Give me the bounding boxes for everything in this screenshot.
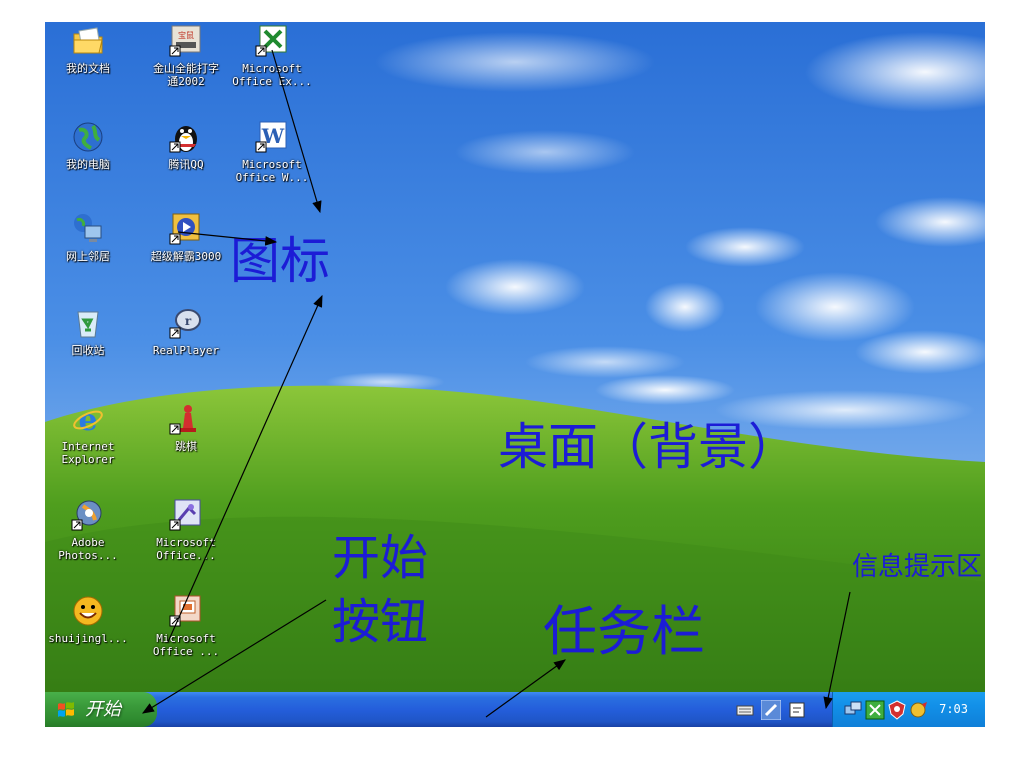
icon-label: Microsoft Office Ex... <box>232 62 312 88</box>
desktop-icon-network[interactable]: 网上邻居 <box>47 212 129 263</box>
desktop-icon-chinese-checkers[interactable]: 跳棋 <box>145 402 227 453</box>
keyboard-icon[interactable] <box>735 700 755 720</box>
desktop-icon-photoshop[interactable]: Adobe Photos... <box>47 498 129 562</box>
clock[interactable]: 7:03 <box>939 692 968 727</box>
desktop-icon-internet-explorer[interactable]: e Internet Explorer <box>47 402 129 466</box>
icon-label: Microsoft Office... <box>156 536 216 562</box>
annotation-start-button-line1: 开始 <box>332 530 429 586</box>
notification-area: 7:03 <box>832 692 985 727</box>
pen-icon[interactable] <box>761 700 781 720</box>
windows-flag-icon <box>58 702 74 717</box>
icon-label: Microsoft Office ... <box>152 632 220 658</box>
excel-icon <box>255 25 287 57</box>
powerpoint-icon <box>169 595 201 627</box>
annotation-start-button-line2: 按钮 <box>332 594 429 650</box>
annotation-icons: 图标 <box>230 232 330 290</box>
icon-label: RealPlayer <box>152 344 220 357</box>
desktop-screen: 我的文档 宝鼠 金山全能打字 通2002 Microsoft Office Ex… <box>45 22 985 727</box>
start-button[interactable]: 开始 <box>45 692 157 727</box>
volume-icon[interactable] <box>865 700 885 720</box>
desktop-icon-realplayer[interactable]: r RealPlayer <box>145 306 227 357</box>
icon-label: 我的文档 <box>66 62 110 75</box>
start-label: 开始 <box>85 699 121 720</box>
annotation-desktop: 桌面（背景） <box>498 418 798 476</box>
icon-label: 超级解霸3000 <box>150 250 222 263</box>
word-icon: W <box>255 121 287 153</box>
desktop-icon-recycle-bin[interactable]: 回收站 <box>47 306 129 357</box>
qq-penguin-icon <box>169 126 197 153</box>
svg-text:宝鼠: 宝鼠 <box>178 30 194 40</box>
media-player-icon <box>169 213 200 245</box>
photoshop-icon <box>71 500 102 531</box>
icon-label: 我的电脑 <box>66 158 110 171</box>
internet-explorer-icon: e <box>73 403 103 436</box>
desktop-icon-word[interactable]: W Microsoft Office W... <box>231 120 313 184</box>
desktop-icon-typing-app[interactable]: 宝鼠 金山全能打字 通2002 <box>145 24 227 88</box>
icon-label: 金山全能打字 通2002 <box>153 62 219 88</box>
my-documents-folder-icon <box>73 27 103 54</box>
taskbar: 开始 7:03 <box>45 692 985 727</box>
svg-text:r: r <box>185 314 192 328</box>
realplayer-icon: r <box>169 309 201 339</box>
smiley-app-icon <box>73 596 103 626</box>
desktop-icon-media-player[interactable]: 超级解霸3000 <box>145 212 227 263</box>
svg-text:e: e <box>78 403 97 436</box>
recycle-bin-icon <box>77 311 99 338</box>
icon-label: 回收站 <box>71 344 105 357</box>
typing-app-icon: 宝鼠 <box>169 25 201 57</box>
icon-label: 网上邻居 <box>66 250 110 263</box>
office-tool-icon <box>169 499 201 531</box>
desktop-icon-qq[interactable]: 腾讯QQ <box>145 120 227 171</box>
annotation-taskbar: 任务栏 <box>543 600 705 663</box>
desktop-icon-my-documents[interactable]: 我的文档 <box>47 24 129 75</box>
icon-label: shuijingl... <box>48 632 128 645</box>
antivirus-icon[interactable] <box>887 700 907 720</box>
desktop-icon-my-computer[interactable]: 我的电脑 <box>47 120 129 171</box>
network-neighborhood-icon <box>74 214 102 242</box>
network-icon[interactable] <box>843 700 863 720</box>
my-computer-globe-icon <box>73 122 103 152</box>
icon-label: Adobe Photos... <box>58 536 118 562</box>
desktop-icon-powerpoint[interactable]: Microsoft Office ... <box>145 594 227 658</box>
desktop-icon-smiley-app[interactable]: shuijingl... <box>47 594 129 645</box>
icon-label: 跳棋 <box>175 440 197 453</box>
desktop-icon-office-tool[interactable]: Microsoft Office... <box>145 498 227 562</box>
chinese-checkers-icon <box>169 405 196 435</box>
icon-label: Microsoft Office W... <box>235 158 309 184</box>
desktop-icon-excel[interactable]: Microsoft Office Ex... <box>231 24 313 88</box>
annotation-notification-area: 信息提示区 <box>852 552 983 582</box>
ime-icon[interactable] <box>787 700 807 720</box>
icon-label: Internet Explorer <box>61 440 115 466</box>
security-icon[interactable] <box>909 700 929 720</box>
icon-label: 腾讯QQ <box>168 158 204 171</box>
